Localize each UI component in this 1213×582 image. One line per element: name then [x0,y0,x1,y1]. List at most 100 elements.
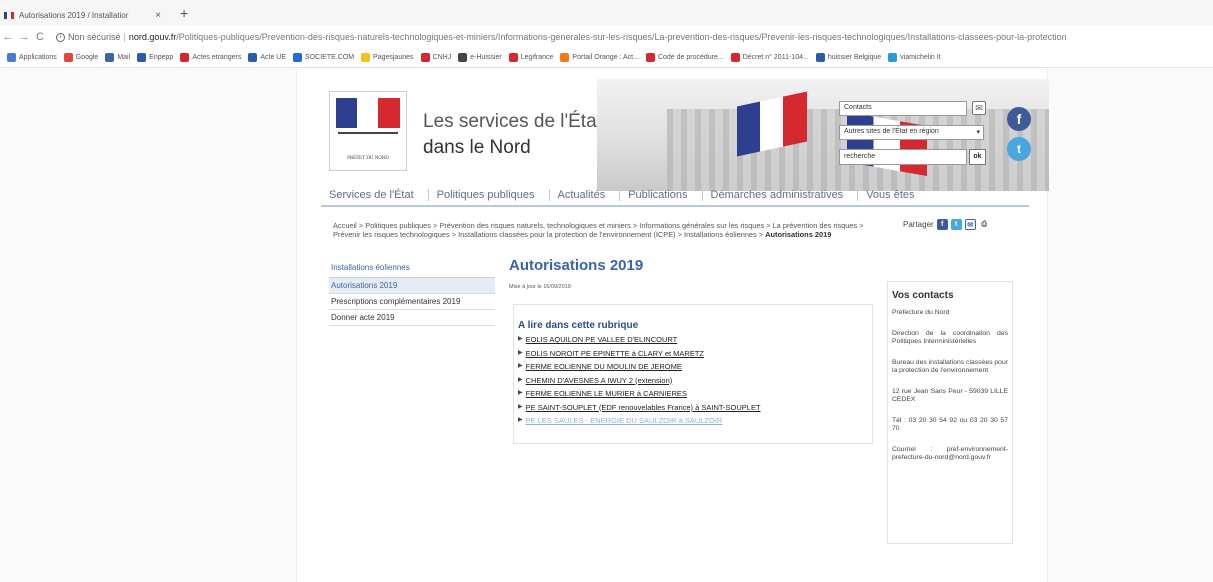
bookmark-label: Google [75,54,99,61]
bookmark-item[interactable]: Actes etrangers [180,53,241,62]
bookmark-label: SOCIETE.COM [305,54,355,61]
rubrique-list-item: ▶ EOLIS NOROIT PE EPINETTE à CLARY et MAR… [518,347,868,361]
rubrique-list-item: ▶ PE SAINT-SOUPLET (EDF renouvelables Fra… [518,401,868,415]
site-title: Les services de l'État [423,111,602,132]
bookmark-label: huissier Belgique [827,54,882,61]
bookmark-icon [63,53,73,62]
rubrique-link[interactable]: EOLIS AQUILON PE VALLEE D'ELINCOURT [526,333,678,347]
contact-line: Direction de la coordination des Politiq… [892,330,1008,345]
bookmark-icon [508,53,518,62]
facebook-icon[interactable]: f [1007,107,1031,131]
bookmark-item[interactable]: Portail Orange : Act... [560,53,639,62]
bookmark-item[interactable]: Pagesjaunes [361,53,414,62]
contacts-title: Vos contacts [892,290,954,301]
bookmark-item[interactable]: Code de procédure... [645,53,724,62]
select-value: Autres sites de l'État en région [844,128,939,135]
rubrique-link[interactable]: FERME EOLIENNE LE MURIER à CARNIERES [526,387,687,401]
bookmark-label: Applications [19,54,57,61]
main-nav-item[interactable]: Vous êtes [858,189,922,201]
twitter-icon[interactable]: t [950,219,962,230]
mail-icon[interactable]: ✉ [964,219,976,230]
main-nav-item[interactable]: Services de l'État [321,189,422,201]
bookmark-item[interactable]: Legifrance [508,53,554,62]
side-navigation: Installations éoliennes Autorisations 20… [329,262,495,326]
bookmarks-bar: Applications Google Mail Enpepp Actes etrang… [0,48,1213,68]
twitter-icon[interactable]: t [1007,137,1031,161]
breadcrumb: Accueil > Politiques publiques > Prévent… [333,221,867,239]
side-nav-item-donner-acte[interactable]: Donner acte 2019 [329,310,495,326]
share-bar: Partager f t ✉ ⎙ [903,219,990,230]
rubrique-list-item: ▶ EOLIS AQUILON PE VALLEE D'ELINCOURT [518,333,868,347]
bookmark-icon [180,53,190,62]
browser-tab[interactable]: Autorisations 2019 / Installatior × [4,6,164,24]
contact-line: 12 rue Jean Sans Peur - 59039 LILLE CEDE… [892,388,1008,403]
bullet-icon: ▶ [518,336,523,342]
main-nav-item[interactable]: Actualités [550,189,614,201]
breadcrumb-current: Autorisations 2019 [765,230,832,239]
bookmark-item[interactable]: Décret n° 2011-104... [730,53,809,62]
reload-button[interactable]: C [32,31,48,43]
bookmark-icon [815,53,825,62]
bookmark-item[interactable]: e-Huissier [458,53,502,62]
bookmark-icon [888,53,898,62]
facebook-icon[interactable]: f [936,219,948,230]
site-header: PRÉFET DU NORD Les services de l'État da… [297,79,1049,191]
bookmark-item[interactable]: Enpepp [137,53,173,62]
bookmark-item[interactable]: Mail [105,53,130,62]
bookmark-item[interactable]: Acte UE [248,53,286,62]
rubrique-link[interactable]: EOLIS NOROIT PE EPINETTE à CLARY et MARE… [526,347,704,361]
contacts-link[interactable]: Contacts [839,101,967,116]
bookmark-icon [420,53,430,62]
search-input[interactable]: recherche [839,149,967,165]
bookmark-item[interactable]: CNHJ [420,53,451,62]
print-icon[interactable]: ⎙ [978,219,990,230]
bookmark-label: Mail [117,54,131,61]
site-container: PRÉFET DU NORD Les services de l'État da… [296,69,1049,582]
close-icon[interactable]: × [152,10,164,21]
bookmark-item[interactable]: SOCIETE.COM [293,53,354,62]
contact-line: Bureau des installations classées pour l… [892,359,1008,374]
browser-tab-bar: Autorisations 2019 / Installatior × + [0,0,1213,26]
bookmark-item[interactable]: Applications [7,53,57,62]
contact-line: Préfecture du Nord [892,309,950,316]
contact-line[interactable]: Courriel : pref-environnement-prefecture… [892,446,1008,462]
main-nav-item[interactable]: Politiques publiques [429,189,543,201]
regional-sites-select[interactable]: Autres sites de l'État en région ▾ [839,125,984,140]
forward-button[interactable]: → [16,31,32,43]
rubrique-link[interactable]: CHEMIN D'AVESNES A IWUY 2 (extension) [526,374,673,388]
new-tab-button[interactable]: + [180,5,188,21]
bookmark-item[interactable]: huissier Belgique [815,53,882,62]
url-path: /Politiques-publiques/Prevention-des-ris… [176,32,1067,42]
search-submit-button[interactable]: ok [969,149,986,165]
chevron-down-icon: ▾ [976,129,980,136]
side-nav-item-prescriptions[interactable]: Prescriptions complémentaires 2019 [329,294,495,310]
bookmark-label: Code de procédure... [657,54,724,61]
side-nav-heading[interactable]: Installations éoliennes [329,262,495,278]
bookmark-item[interactable]: viamichelin It [888,53,941,62]
back-button[interactable]: ← [0,31,16,43]
contacts-lines: Préfecture du Nord Direction de la coordi… [892,309,1008,462]
bookmark-icon [137,53,147,62]
security-label: Non sécurisé [68,32,121,42]
bookmark-label: Portail Orange : Act... [572,54,639,61]
side-nav-item-autorisations[interactable]: Autorisations 2019 [329,278,495,294]
bookmark-item[interactable]: Google [63,53,99,62]
main-nav-item[interactable]: Publications [620,189,695,201]
logo-text: PRÉFET DU NORD [347,156,389,161]
rubrique-link[interactable]: FERME EOLIENNE DU MOULIN DE JEROME [526,360,682,374]
rubrique-link[interactable]: PE LES SAULES - ENERGIE DU SAULZOIR à SA… [526,414,723,428]
url-field[interactable]: i Non sécurisé | nord.gouv.fr /Politique… [56,32,1067,42]
contact-line: Tél : 03 20 30 54 92 ou 03 20 30 57 70 [892,417,1008,432]
marianne-logo[interactable]: PRÉFET DU NORD [329,91,407,171]
info-icon[interactable]: i [56,32,65,42]
mail-icon[interactable]: ✉ [972,101,986,115]
rubrique-link[interactable]: PE SAINT-SOUPLET (EDF renouvelables Fran… [526,401,761,415]
bookmark-label: Legifrance [520,54,554,61]
bookmark-icon [7,53,16,62]
main-nav-item[interactable]: Démarches administratives [703,189,852,201]
bullet-icon: ▶ [518,417,523,423]
rubrique-list-item: ▶ FERME EOLIENNE LE MURIER à CARNIERES [518,387,868,401]
french-flag-icon [4,11,14,19]
page-title: Autorisations 2019 [509,257,644,274]
rubrique-box: A lire dans cette rubrique ▶ EOLIS AQUILO… [513,304,873,444]
